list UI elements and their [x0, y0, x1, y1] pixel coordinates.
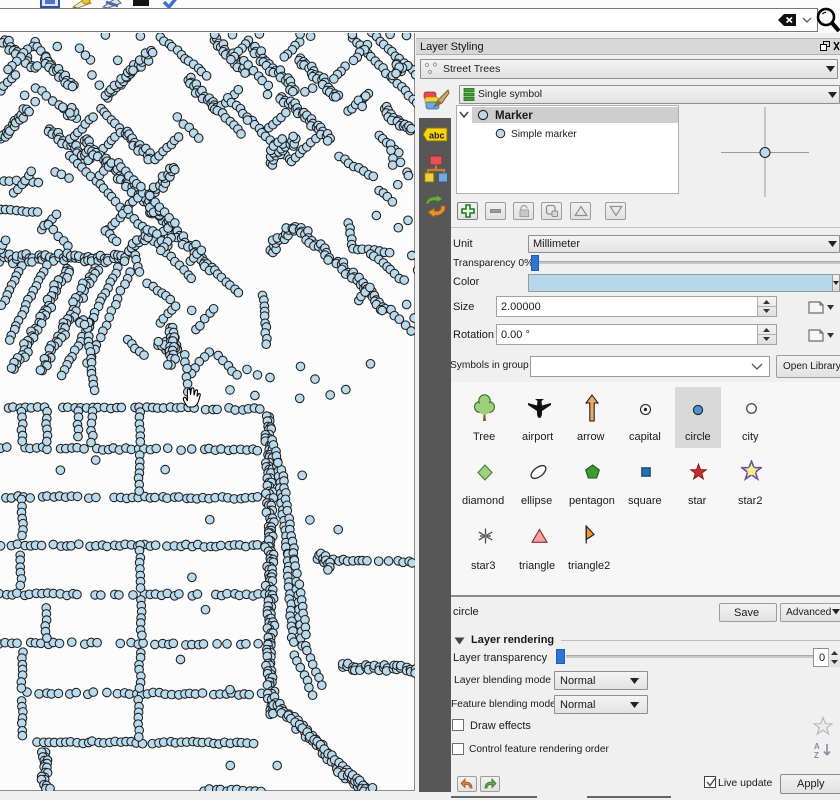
svg-text:abc: abc — [429, 131, 445, 141]
svg-text:Z: Z — [814, 751, 819, 760]
svg-text:A: A — [814, 742, 820, 751]
